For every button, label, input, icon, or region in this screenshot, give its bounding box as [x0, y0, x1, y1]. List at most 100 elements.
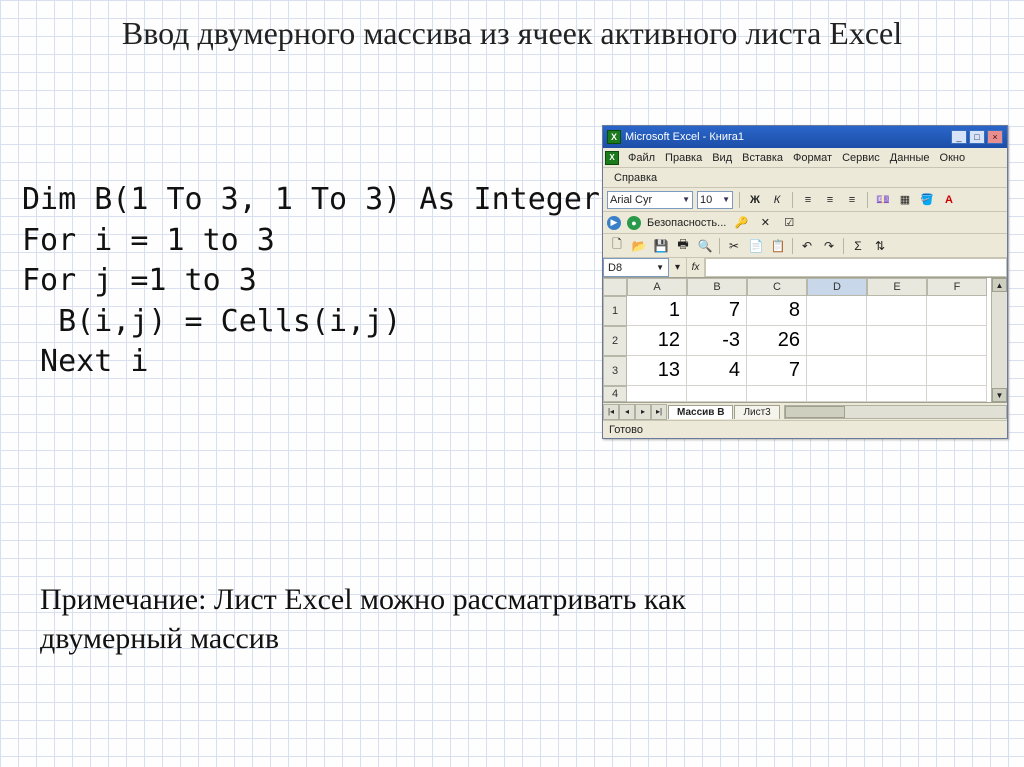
row-header-1[interactable]: 1: [603, 296, 627, 326]
menu-edit[interactable]: Правка: [660, 150, 707, 166]
cell-C3[interactable]: 7: [747, 356, 807, 386]
preview-button[interactable]: 🔍: [695, 236, 715, 256]
open-button[interactable]: 📂: [629, 236, 649, 256]
close-button[interactable]: ×: [987, 130, 1003, 144]
cell-E1[interactable]: [867, 296, 927, 326]
cell-C2[interactable]: 26: [747, 326, 807, 356]
redo-button[interactable]: ↷: [819, 236, 839, 256]
select-all-corner[interactable]: [603, 278, 627, 296]
standard-toolbar: 🗋 📂 💾 🖶 🔍 ✂ 📄 📋 ↶ ↷ Σ ⇅: [603, 234, 1007, 258]
scroll-down-button[interactable]: ▼: [992, 388, 1007, 402]
cell-A2[interactable]: 12: [627, 326, 687, 356]
cut-button[interactable]: ✂: [724, 236, 744, 256]
font-color-button[interactable]: A: [940, 191, 958, 209]
fill-color-button[interactable]: 🪣: [918, 191, 936, 209]
tab-last-button[interactable]: ▸|: [651, 404, 667, 420]
cell-B2[interactable]: -3: [687, 326, 747, 356]
formula-input[interactable]: [705, 258, 1007, 277]
menu-window[interactable]: Окно: [935, 150, 971, 166]
excel-window: X Microsoft Excel - Книга1 _ □ × X Файл …: [602, 125, 1008, 439]
font-size-combo[interactable]: 10 ▼: [697, 191, 733, 209]
menu-view[interactable]: Вид: [707, 150, 737, 166]
security-btn-3[interactable]: ☑: [780, 214, 798, 232]
menu-file[interactable]: Файл: [623, 150, 660, 166]
cell-A3[interactable]: 13: [627, 356, 687, 386]
col-header-D[interactable]: D: [807, 278, 867, 296]
menu-tools[interactable]: Сервис: [837, 150, 885, 166]
row-header-3[interactable]: 3: [603, 356, 627, 386]
cell-B3[interactable]: 4: [687, 356, 747, 386]
security-label[interactable]: Безопасность...: [647, 217, 726, 229]
vertical-scrollbar[interactable]: ▲ ▼: [991, 278, 1007, 402]
new-button[interactable]: 🗋: [607, 236, 627, 256]
align-left-button[interactable]: ≡: [799, 191, 817, 209]
cell-C4[interactable]: [747, 386, 807, 402]
cell-E3[interactable]: [867, 356, 927, 386]
borders-button[interactable]: ▦: [896, 191, 914, 209]
bold-button[interactable]: Ж: [746, 191, 764, 209]
undo-button[interactable]: ↶: [797, 236, 817, 256]
sheet-tab[interactable]: Лист3: [734, 405, 779, 419]
cell-F2[interactable]: [927, 326, 987, 356]
scroll-thumb[interactable]: [785, 406, 845, 418]
cell-E4[interactable]: [867, 386, 927, 402]
row-header-2[interactable]: 2: [603, 326, 627, 356]
menu-bar-2: Справка: [603, 168, 1007, 188]
row-header-4[interactable]: 4: [603, 386, 627, 402]
col-header-A[interactable]: A: [627, 278, 687, 296]
cell-F3[interactable]: [927, 356, 987, 386]
cancel-edit-button[interactable]: ▾: [669, 258, 687, 277]
minimize-button[interactable]: _: [951, 130, 967, 144]
status-bar: Готово: [603, 420, 1007, 438]
name-box-value: D8: [608, 262, 622, 274]
align-center-button[interactable]: ≡: [821, 191, 839, 209]
menu-format[interactable]: Формат: [788, 150, 837, 166]
tab-first-button[interactable]: |◂: [603, 404, 619, 420]
paste-button[interactable]: 📋: [768, 236, 788, 256]
cell-E2[interactable]: [867, 326, 927, 356]
cell-D3[interactable]: [807, 356, 867, 386]
cell-B1[interactable]: 7: [687, 296, 747, 326]
separator: [867, 192, 868, 208]
copy-button[interactable]: 📄: [746, 236, 766, 256]
col-header-F[interactable]: F: [927, 278, 987, 296]
cell-D2[interactable]: [807, 326, 867, 356]
font-name-value: Arial Cyr: [610, 194, 652, 206]
name-box[interactable]: D8 ▼: [603, 258, 669, 277]
scroll-up-button[interactable]: ▲: [992, 278, 1007, 292]
cell-B4[interactable]: [687, 386, 747, 402]
print-button[interactable]: 🖶: [673, 236, 693, 256]
cell-D1[interactable]: [807, 296, 867, 326]
col-header-B[interactable]: B: [687, 278, 747, 296]
autosum-button[interactable]: Σ: [848, 236, 868, 256]
cell-C1[interactable]: 8: [747, 296, 807, 326]
tab-next-button[interactable]: ▸: [635, 404, 651, 420]
font-name-combo[interactable]: Arial Cyr ▼: [607, 191, 693, 209]
italic-button[interactable]: К: [768, 191, 786, 209]
sort-button[interactable]: ⇅: [870, 236, 890, 256]
currency-button[interactable]: 💷: [874, 191, 892, 209]
security-btn-2[interactable]: ✕: [756, 214, 774, 232]
fx-button[interactable]: fx: [687, 258, 705, 277]
cell-D4[interactable]: [807, 386, 867, 402]
scroll-track[interactable]: [992, 292, 1007, 388]
cell-A1[interactable]: 1: [627, 296, 687, 326]
menu-insert[interactable]: Вставка: [737, 150, 788, 166]
cell-F1[interactable]: [927, 296, 987, 326]
sheet-tab-active[interactable]: Массив В: [668, 405, 733, 419]
save-button[interactable]: 💾: [651, 236, 671, 256]
code-block: Dim B(1 To 3, 1 To 3) As Integer For i =…: [22, 180, 600, 383]
menu-data[interactable]: Данные: [885, 150, 935, 166]
menu-help[interactable]: Справка: [609, 170, 662, 186]
cell-F4[interactable]: [927, 386, 987, 402]
tab-prev-button[interactable]: ◂: [619, 404, 635, 420]
horizontal-scrollbar[interactable]: [784, 405, 1007, 419]
maximize-button[interactable]: □: [969, 130, 985, 144]
col-header-C[interactable]: C: [747, 278, 807, 296]
align-right-button[interactable]: ≡: [843, 191, 861, 209]
cell-A4[interactable]: [627, 386, 687, 402]
col-header-E[interactable]: E: [867, 278, 927, 296]
security-btn-1[interactable]: 🔑: [732, 214, 750, 232]
format-toolbar: Arial Cyr ▼ 10 ▼ Ж К ≡ ≡ ≡ 💷 ▦ 🪣 A: [603, 188, 1007, 212]
titlebar[interactable]: X Microsoft Excel - Книга1 _ □ ×: [603, 126, 1007, 148]
